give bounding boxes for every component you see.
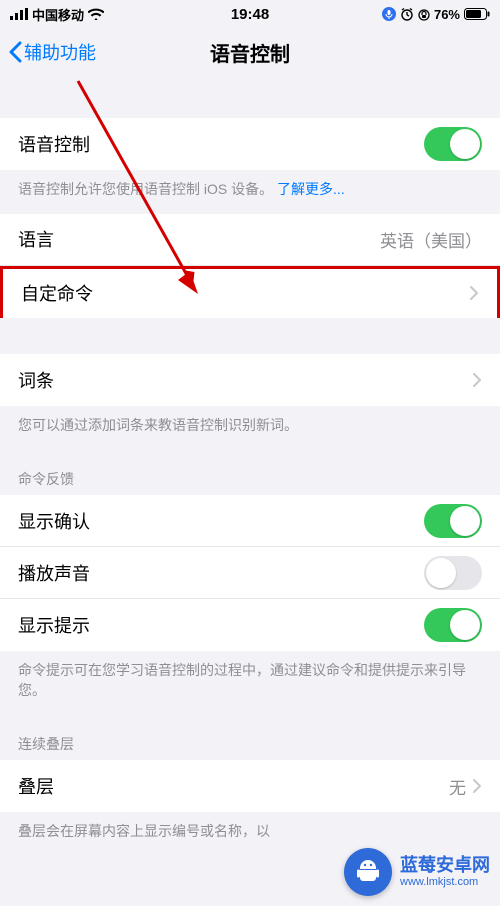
vocab-note: 您可以通过添加词条来教语音控制识别新词。 [0, 406, 500, 450]
lock-icon [418, 7, 430, 21]
page-title: 语音控制 [210, 38, 290, 67]
chevron-right-icon [472, 778, 482, 794]
watermark-badge: 蓝莓安卓网 www.lmkjst.com [344, 848, 490, 896]
overlay-value: 无 [449, 774, 466, 799]
custom-commands-label: 自定命令 [21, 280, 93, 306]
wifi-icon [88, 8, 104, 20]
watermark-title: 蓝莓安卓网 [400, 855, 490, 876]
chevron-left-icon [8, 41, 22, 63]
play-sound-toggle[interactable] [424, 556, 482, 590]
nav-bar: 辅助功能 语音控制 [0, 28, 500, 76]
voice-control-note: 语音控制允许您使用语音控制 iOS 设备。 了解更多... [0, 170, 500, 214]
overlay-note: 叠层会在屏幕内容上显示编号或名称，以 [0, 812, 500, 846]
hints-note: 命令提示可在您学习语音控制的过程中，通过建议命令和提供提示来引导您。 [0, 651, 500, 714]
alarm-icon [400, 7, 414, 21]
back-label: 辅助功能 [24, 39, 96, 65]
battery-percent-label: 76% [434, 7, 460, 22]
custom-commands-row[interactable]: 自定命令 [0, 266, 500, 318]
status-left: 中国移动 [10, 5, 104, 24]
battery-icon [464, 8, 490, 20]
show-hints-label: 显示提示 [18, 612, 90, 638]
mic-indicator-icon [382, 7, 396, 21]
show-hints-row: 显示提示 [0, 599, 500, 651]
voice-control-toggle[interactable] [424, 127, 482, 161]
play-sound-row: 播放声音 [0, 547, 500, 599]
voice-control-label: 语音控制 [18, 131, 90, 157]
voice-control-row: 语音控制 [0, 118, 500, 170]
carrier-label: 中国移动 [32, 5, 84, 24]
clock-label: 19:48 [231, 6, 269, 23]
show-confirm-toggle[interactable] [424, 504, 482, 538]
show-hints-toggle[interactable] [424, 608, 482, 642]
show-confirm-row: 显示确认 [0, 495, 500, 547]
status-right: 76% [382, 7, 490, 22]
status-bar: 中国移动 19:48 76% [0, 0, 500, 28]
language-value: 英语（美国） [380, 227, 482, 252]
language-row[interactable]: 语言 英语（美国） [0, 214, 500, 266]
feedback-header: 命令反馈 [0, 449, 500, 495]
overlay-label: 叠层 [18, 773, 54, 799]
overlay-row[interactable]: 叠层 无 [0, 760, 500, 812]
chevron-right-icon [472, 372, 482, 388]
overlay-header: 连续叠层 [0, 714, 500, 760]
vocab-label: 词条 [18, 367, 54, 393]
learn-more-link[interactable]: 了解更多... [277, 181, 345, 197]
play-sound-label: 播放声音 [18, 560, 90, 586]
watermark-icon [344, 848, 392, 896]
show-confirm-label: 显示确认 [18, 508, 90, 534]
watermark-url: www.lmkjst.com [400, 876, 490, 889]
chevron-right-icon [469, 285, 479, 301]
language-label: 语言 [18, 226, 54, 252]
vocab-row[interactable]: 词条 [0, 354, 500, 406]
signal-icon [10, 8, 28, 20]
back-button[interactable]: 辅助功能 [8, 39, 96, 65]
